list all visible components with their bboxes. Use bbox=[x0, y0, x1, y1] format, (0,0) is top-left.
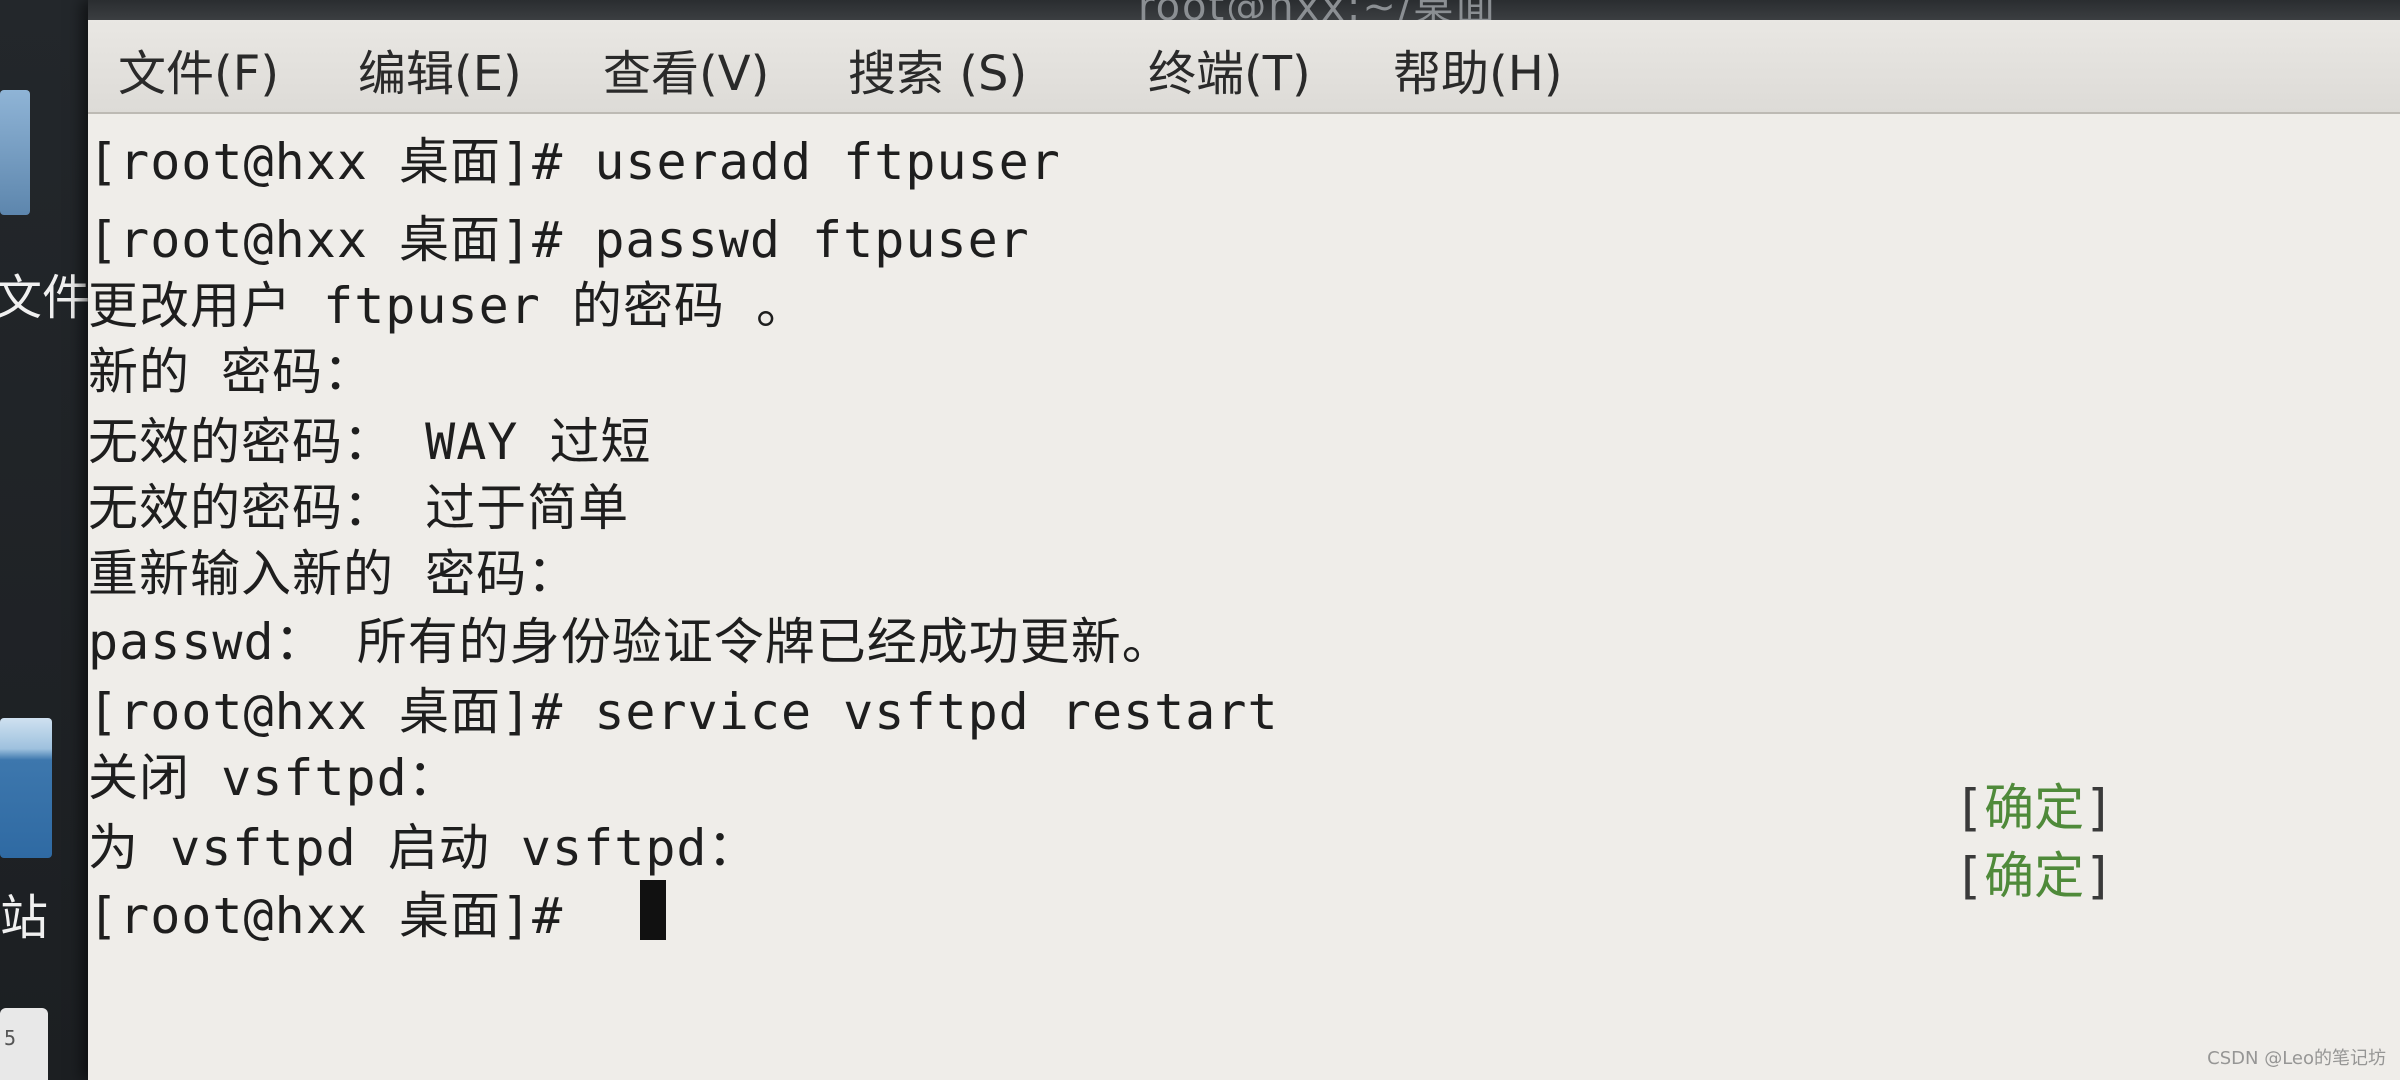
desktop-trash-label[interactable]: 站 bbox=[0, 878, 48, 948]
terminal-cursor bbox=[640, 880, 666, 940]
status-ok-badge: [确定] bbox=[1954, 836, 2114, 908]
computer-icon[interactable] bbox=[0, 90, 30, 215]
terminal-line: 更改用户 ftpuser 的密码 。 bbox=[88, 277, 808, 335]
status-bracket-open: [ bbox=[1954, 779, 1985, 837]
menu-file[interactable]: 文件(F) bbox=[118, 34, 279, 104]
terminal-line: passwd： 所有的身份验证令牌已经成功更新。 bbox=[88, 613, 1173, 671]
status-bracket-close: ] bbox=[2084, 779, 2115, 837]
document-icon[interactable]: 5 bbox=[0, 1008, 48, 1080]
desktop-files-label[interactable]: 文件 bbox=[0, 258, 90, 328]
menu-terminal[interactable]: 终端(T) bbox=[1148, 34, 1311, 104]
terminal-output[interactable]: [root@hxx 桌面]# useradd ftpuser [root@hxx… bbox=[88, 114, 2400, 1080]
menu-view[interactable]: 查看(V) bbox=[603, 34, 769, 104]
terminal-line: 无效的密码： WAY 过短 bbox=[88, 413, 652, 471]
menu-help[interactable]: 帮助(H) bbox=[1393, 34, 1563, 104]
menu-search[interactable]: 搜索 (S) bbox=[848, 34, 1027, 104]
window-title: root@hxx:~/桌面 bbox=[1138, 0, 1497, 20]
terminal-line: [root@hxx 桌面]# passwd ftpuser bbox=[88, 211, 1030, 269]
terminal-line: [root@hxx 桌面]# useradd ftpuser bbox=[88, 133, 1061, 191]
terminal-prompt-line: [root@hxx 桌面]# bbox=[88, 887, 595, 945]
status-ok-badge: [确定] bbox=[1954, 768, 2114, 840]
status-bracket-close: ] bbox=[2084, 847, 2115, 905]
status-ok-text: 确定 bbox=[1984, 779, 2085, 837]
status-ok-text: 确定 bbox=[1984, 847, 2085, 905]
terminal-line: 无效的密码： 过于简单 bbox=[88, 479, 630, 537]
menu-bar: 文件(F) 编辑(E) 查看(V) 搜索 (S) 终端(T) 帮助(H) bbox=[88, 20, 2400, 114]
terminal-line: 新的 密码： bbox=[88, 343, 375, 401]
terminal-line: 为 vsftpd 启动 vsftpd： bbox=[88, 819, 759, 877]
status-bracket-open: [ bbox=[1954, 847, 1985, 905]
terminal-line: 重新输入新的 密码： bbox=[88, 545, 579, 603]
watermark: CSDN @Leo的笔记坊 bbox=[2207, 1048, 2386, 1069]
terminal-line: 关闭 vsftpd： bbox=[88, 749, 459, 807]
window-titlebar[interactable]: root@hxx:~/桌面 bbox=[88, 0, 2400, 20]
terminal-window[interactable]: root@hxx:~/桌面 文件(F) 编辑(E) 查看(V) 搜索 (S) 终… bbox=[88, 0, 2400, 1080]
trash-icon[interactable] bbox=[0, 718, 52, 858]
terminal-line: [root@hxx 桌面]# service vsftpd restart bbox=[88, 683, 1279, 741]
document-icon-text: 5 bbox=[4, 1026, 17, 1050]
menu-edit[interactable]: 编辑(E) bbox=[358, 34, 522, 104]
